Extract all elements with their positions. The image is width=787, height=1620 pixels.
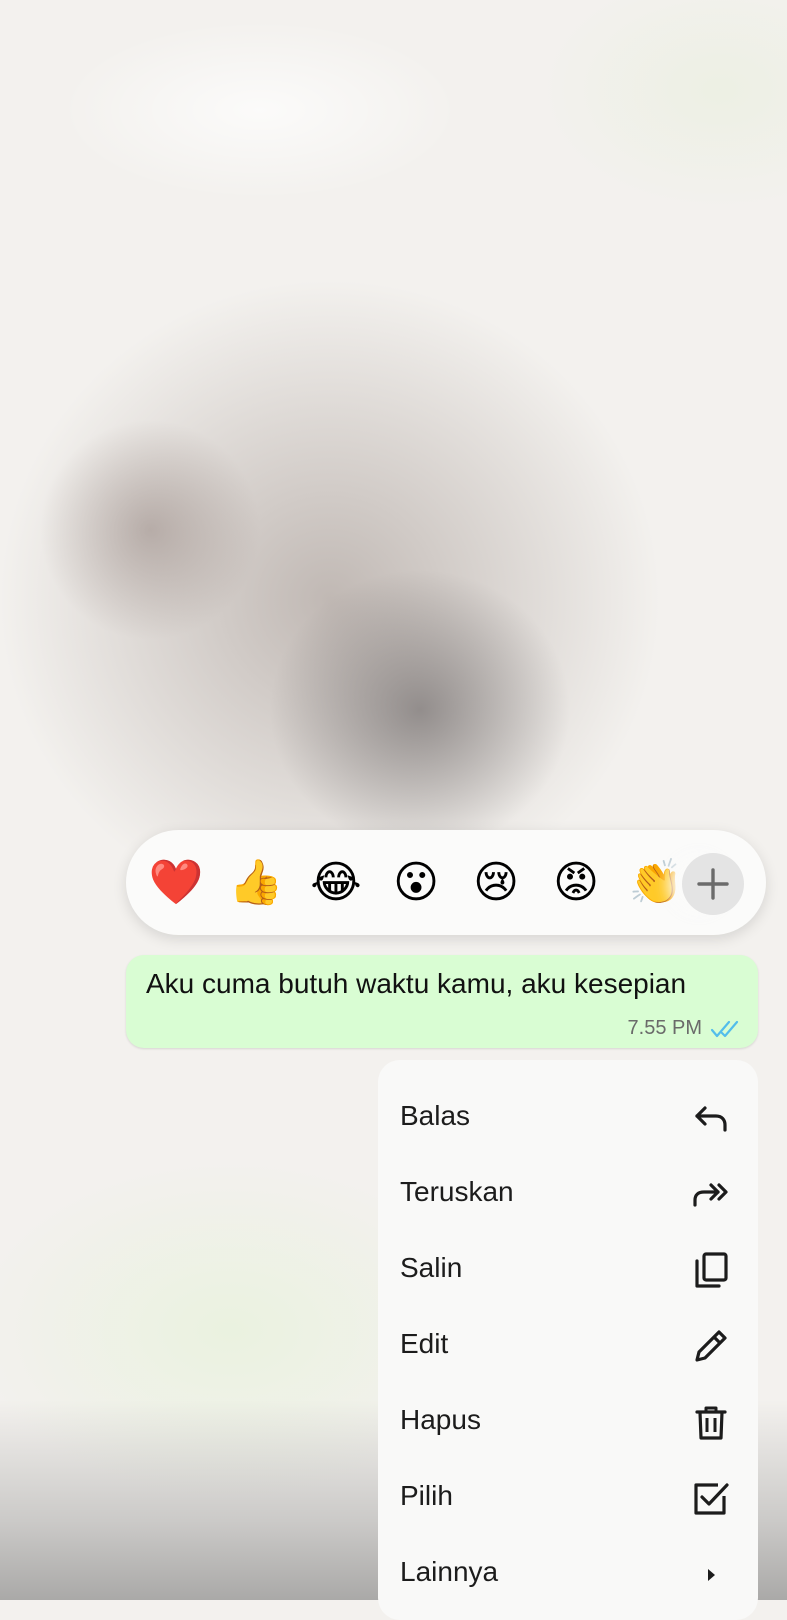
plus-icon (697, 868, 729, 900)
clapping-emoji[interactable]: 👏 (626, 855, 686, 911)
menu-item-pilih[interactable]: Pilih (378, 1462, 758, 1532)
thumbs-up-emoji[interactable]: 👍 (226, 855, 286, 911)
menu-item-label: Edit (400, 1328, 449, 1359)
crying-emoji[interactable]: 😢 (466, 855, 526, 911)
trash-icon (695, 1406, 727, 1440)
menu-item-label: Pilih (400, 1480, 453, 1511)
chevron-right-icon (708, 1569, 715, 1581)
menu-item-balas[interactable]: Balas (378, 1082, 758, 1152)
forward-icon (693, 1183, 728, 1207)
menu-item-salin[interactable]: Salin (378, 1234, 758, 1304)
menu-item-teruskan[interactable]: Teruskan (378, 1158, 758, 1228)
reaction-bar: ❤️ 👍 😂 😮 😢 😡 👏 (126, 830, 766, 935)
menu-item-hapus[interactable]: Hapus (378, 1386, 758, 1456)
menu-item-label: Salin (400, 1252, 463, 1283)
menu-item-label: Balas (400, 1100, 471, 1131)
surprised-emoji[interactable]: 😮 (386, 855, 446, 911)
menu-item-lainnya[interactable]: Lainnya (378, 1538, 758, 1608)
message-context-menu: Balas Teruskan Salin Edit Hapus Pilih La… (378, 1060, 758, 1620)
message-bubble[interactable]: Aku cuma butuh waktu kamu, aku kesepian … (126, 955, 758, 1048)
menu-item-edit[interactable]: Edit (378, 1310, 758, 1380)
reply-icon (695, 1106, 727, 1132)
menu-item-label: Teruskan (400, 1176, 514, 1207)
menu-item-label: Hapus (400, 1404, 481, 1435)
pencil-icon (695, 1330, 727, 1362)
copy-icon (695, 1252, 728, 1288)
message-text: Aku cuma butuh waktu kamu, aku kesepian (146, 968, 687, 999)
double-check-icon (710, 1020, 739, 1038)
heart-emoji[interactable]: ❤️ (146, 855, 206, 911)
angry-emoji[interactable]: 😡 (546, 855, 606, 911)
message-time: 7.55 PM (627, 1017, 702, 1039)
checkbox-icon (694, 1483, 729, 1515)
tears-of-joy-emoji[interactable]: 😂 (306, 855, 366, 911)
more-reactions-button[interactable] (682, 853, 744, 915)
menu-item-label: Lainnya (400, 1556, 499, 1587)
